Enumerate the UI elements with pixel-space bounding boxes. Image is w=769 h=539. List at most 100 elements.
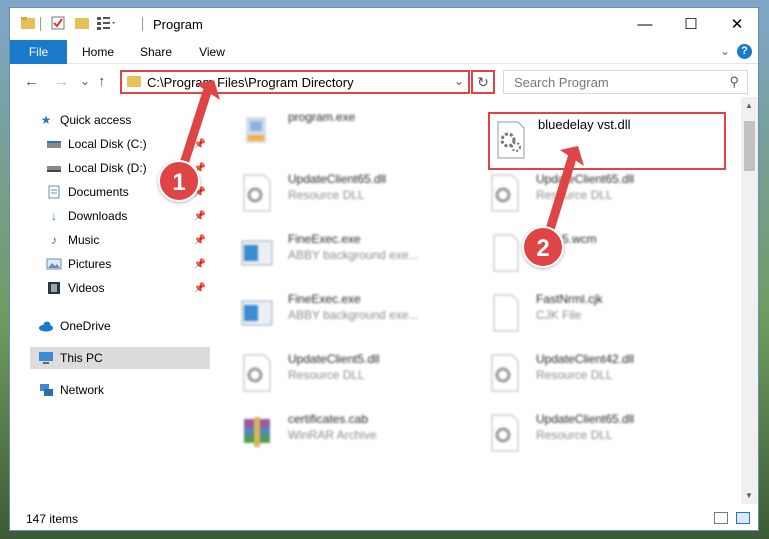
documents-icon xyxy=(48,185,60,199)
sidebar-item-label: Documents xyxy=(68,185,129,199)
forward-button[interactable]: → xyxy=(54,73,69,90)
list-item[interactable]: FineExec.exe ABBY background exe... xyxy=(236,287,466,339)
title-separator xyxy=(142,17,143,31)
pin-icon[interactable]: 📌 xyxy=(194,211,206,222)
navigation-pane: ★ Quick access Local Disk (C:) 📌 Local D… xyxy=(10,97,216,504)
address-bar[interactable]: C:\Program Files\Program Directory ⌄ xyxy=(120,70,470,94)
file-name: certificates.cab xyxy=(288,412,369,426)
sidebar-item-quick-access[interactable]: ★ Quick access xyxy=(38,109,208,131)
sidebar-item-local-disk-c[interactable]: Local Disk (C:) 📌 xyxy=(46,133,206,155)
installer-icon xyxy=(246,117,266,143)
sidebar-item-videos[interactable]: Videos 📌 xyxy=(46,277,206,299)
file-explorer-window: Program — ☐ ✕ File Home Share View ⌄ ? ←… xyxy=(9,7,759,531)
address-path[interactable]: C:\Program Files\Program Directory xyxy=(147,75,354,90)
up-button[interactable]: ↑ xyxy=(98,73,106,90)
list-item[interactable]: UpdateClient65.dll Resource DLL xyxy=(484,407,714,459)
new-folder-icon[interactable] xyxy=(74,15,90,31)
back-button[interactable]: ← xyxy=(24,73,39,90)
pin-icon[interactable]: 📌 xyxy=(194,139,206,150)
file-type: Resource DLL xyxy=(536,428,613,442)
highlighted-file[interactable]: bluedelay vst.dll xyxy=(488,112,726,170)
file-name: UpdateClient65.dll xyxy=(288,172,387,186)
drive-icon xyxy=(47,141,61,148)
scrollbar-thumb[interactable] xyxy=(744,121,755,171)
file-type: ABBY background exe... xyxy=(288,308,419,322)
file-type: Resource DLL xyxy=(288,188,365,202)
sidebar-item-onedrive[interactable]: OneDrive xyxy=(38,315,208,337)
list-item[interactable]: certificates.cab WinRAR Archive xyxy=(236,407,466,459)
scroll-down-icon[interactable]: ▼ xyxy=(745,491,753,500)
customize-toolbar-icon[interactable] xyxy=(96,15,118,31)
sidebar-item-pictures[interactable]: Pictures 📌 xyxy=(46,253,206,275)
pin-icon[interactable]: 📌 xyxy=(194,235,206,246)
sidebar-item-label: Local Disk (C:) xyxy=(68,137,147,151)
file-name: UpdateClient65.dll xyxy=(536,412,635,426)
maximize-button[interactable]: ☐ xyxy=(668,8,714,40)
sidebar-item-network[interactable]: Network xyxy=(38,379,208,401)
videos-icon xyxy=(48,282,60,294)
details-view-icon[interactable] xyxy=(714,512,728,524)
step-callout-1: 1 xyxy=(158,160,200,202)
sidebar-item-label: Videos xyxy=(68,281,105,295)
help-icon[interactable]: ? xyxy=(737,44,752,59)
dll-gear-icon xyxy=(497,121,525,159)
dll-gear-icon xyxy=(491,414,519,452)
status-bar: 147 items xyxy=(10,504,758,530)
blank-file-icon xyxy=(493,294,519,332)
vertical-scrollbar[interactable]: ▲ ▼ xyxy=(741,97,758,504)
sidebar-item-music[interactable]: ♪ Music 📌 xyxy=(46,229,206,251)
pin-icon[interactable]: 📌 xyxy=(194,283,206,294)
properties-icon[interactable] xyxy=(50,15,66,31)
ribbon-tabs: File Home Share View ⌄ ? xyxy=(10,40,758,64)
tab-share[interactable]: Share xyxy=(130,40,182,64)
pin-icon[interactable]: 📌 xyxy=(194,259,206,270)
dll-gear-icon xyxy=(243,174,271,212)
recent-locations-button[interactable]: ⌄ xyxy=(80,74,90,88)
expand-ribbon-icon[interactable]: ⌄ xyxy=(720,44,730,58)
file-name: UpdateClient42.dll xyxy=(536,352,635,366)
dll-gear-icon xyxy=(491,174,519,212)
search-placeholder: Search Program xyxy=(514,75,609,90)
list-item[interactable]: program.exe xyxy=(236,105,466,157)
search-icon[interactable]: ⚲ xyxy=(729,74,739,90)
refresh-button[interactable]: ↻ xyxy=(471,70,495,94)
sidebar-item-label: OneDrive xyxy=(60,319,111,333)
file-type: CJK File xyxy=(536,308,582,322)
list-item[interactable]: UpdateClient5.dll Resource DLL xyxy=(236,347,466,399)
title-bar: Program — ☐ ✕ xyxy=(10,8,758,40)
music-icon: ♪ xyxy=(51,233,57,247)
file-name: FineExec.exe xyxy=(288,292,361,306)
item-count: 147 items xyxy=(26,512,79,526)
file-list: program.exe bluedelay vst.dll UpdateClie… xyxy=(210,97,758,504)
list-item[interactable]: UpdateClient65.dll Resource DLL xyxy=(236,167,466,219)
file-name: FineExec.exe xyxy=(288,232,361,246)
list-item[interactable]: WP15.wcm File xyxy=(484,227,714,279)
sidebar-item-label: Quick access xyxy=(60,113,132,127)
sidebar-item-this-pc[interactable]: This PC xyxy=(30,347,216,369)
sidebar-item-label: Network xyxy=(60,383,105,397)
scroll-up-icon[interactable]: ▲ xyxy=(745,101,753,110)
minimize-button[interactable]: — xyxy=(622,8,668,40)
file-type: Resource DLL xyxy=(536,368,613,382)
step-callout-2: 2 xyxy=(522,226,564,268)
chevron-down-icon[interactable]: ⌄ xyxy=(454,74,464,88)
search-input[interactable]: Search Program ⚲ xyxy=(503,70,748,94)
folder-icon xyxy=(127,76,141,87)
list-item[interactable]: UpdateClient42.dll Resource DLL xyxy=(484,347,714,399)
tab-file[interactable]: File xyxy=(10,40,67,64)
list-item[interactable]: FastNrml.cjk CJK File xyxy=(484,287,714,339)
title-separator xyxy=(40,17,41,31)
file-type: ABBY background exe... xyxy=(288,248,419,262)
tab-home[interactable]: Home xyxy=(72,40,124,64)
list-item[interactable]: UpdateClient65.dll Resource DLL xyxy=(484,167,714,219)
app-window-icon xyxy=(241,300,273,326)
sidebar-item-downloads[interactable]: ↓ Downloads 📌 xyxy=(46,205,206,227)
close-button[interactable]: ✕ xyxy=(714,8,758,40)
sidebar-item-label: Music xyxy=(68,233,100,247)
cloud-icon xyxy=(39,321,53,332)
blank-file-icon xyxy=(493,234,519,272)
list-item[interactable]: FineExec.exe ABBY background exe... xyxy=(236,227,466,279)
tab-view[interactable]: View xyxy=(186,40,238,64)
file-name: UpdateClient5.dll xyxy=(288,352,380,366)
large-icons-view-icon[interactable] xyxy=(736,512,750,524)
